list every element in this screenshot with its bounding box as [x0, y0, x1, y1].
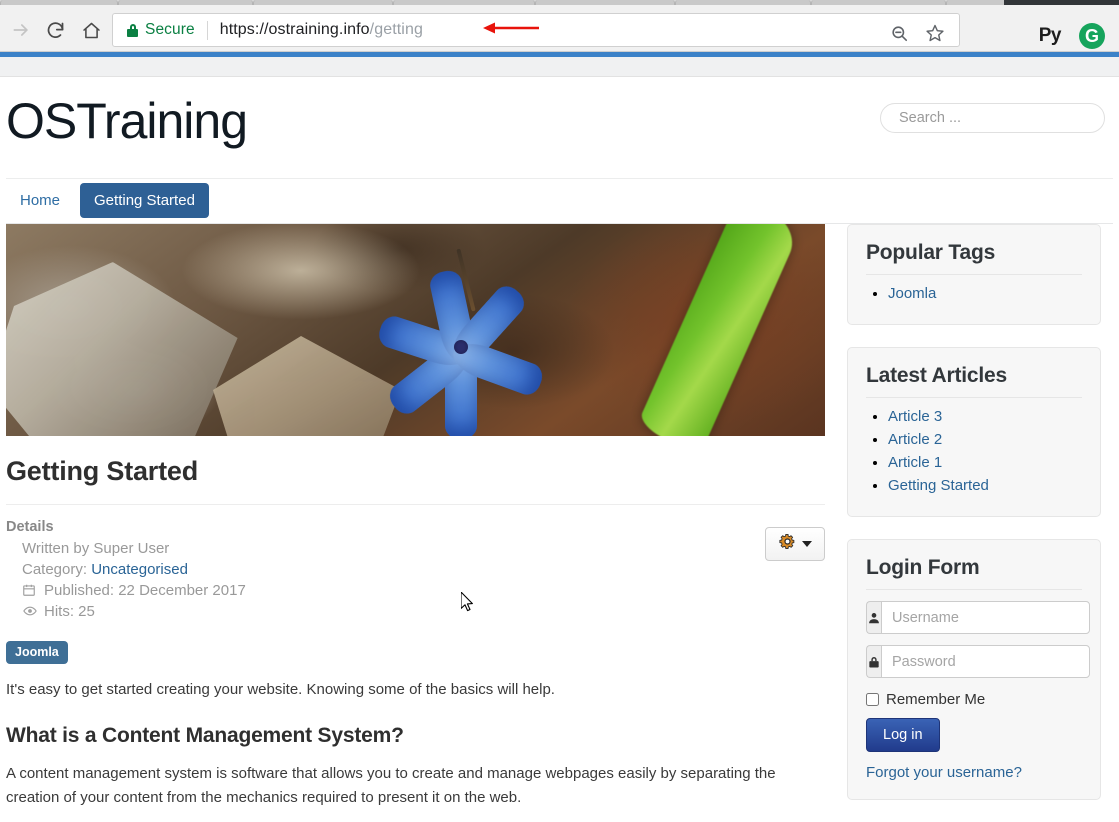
password-field-group: [866, 645, 1082, 678]
latest-articles-list: Article 3 Article 2 Article 1 Getting St…: [866, 406, 1082, 496]
browser-extension-area: Py G: [1039, 23, 1105, 49]
reload-icon[interactable]: [42, 17, 68, 43]
url-path: /getting: [370, 21, 423, 38]
module-title-latest-articles: Latest Articles: [866, 364, 1082, 398]
green-leaf-shape: [636, 224, 802, 436]
dry-leaf-shape: [6, 262, 248, 436]
forgot-username-link[interactable]: Forgot your username?: [866, 764, 1082, 781]
site-logo-title[interactable]: OSTraining: [6, 92, 247, 150]
search-input[interactable]: [880, 103, 1105, 133]
omnibox-actions: [890, 23, 945, 48]
url-origin: https://ostraining.info: [220, 21, 370, 38]
lock-icon: [127, 24, 138, 37]
username-input[interactable]: [881, 601, 1090, 634]
article-options-button[interactable]: [765, 527, 825, 561]
latest-article-link[interactable]: Article 3: [888, 408, 942, 425]
site-header: OSTraining: [0, 78, 1119, 178]
calendar-icon: [22, 583, 39, 599]
list-item: Getting Started: [888, 475, 1082, 496]
list-item: Article 2: [888, 429, 1082, 450]
remember-me-label: Remember Me: [886, 691, 985, 708]
zoom-out-icon[interactable]: [890, 24, 909, 48]
omnibox-divider: [207, 21, 208, 40]
blue-flower-shape: [361, 262, 561, 432]
home-icon[interactable]: [78, 17, 104, 43]
module-latest-articles: Latest Articles Article 3 Article 2 Arti…: [847, 347, 1101, 517]
popular-tag-link[interactable]: Joomla: [888, 285, 936, 302]
nav-item-home[interactable]: Home: [6, 183, 74, 218]
article-details: Details Written by Super User Category: …: [6, 519, 825, 631]
page-title: Getting Started: [6, 456, 825, 487]
chevron-down-icon: [802, 541, 812, 547]
page-columns: Getting Started Details Written by Super…: [0, 224, 1119, 822]
profile-avatar-icon[interactable]: G: [1079, 23, 1105, 49]
lock-icon: [866, 645, 881, 678]
python-extension-icon[interactable]: Py: [1039, 25, 1061, 47]
list-item: Joomla: [888, 283, 1082, 304]
article-intro-paragraph: It's easy to get started creating your w…: [6, 678, 825, 702]
detail-published-text: Published: 22 December 2017: [44, 580, 246, 601]
red-annotation-arrow-icon: [481, 20, 543, 36]
popular-tags-list: Joomla: [866, 283, 1082, 304]
detail-hits-text: Hits: 25: [44, 601, 95, 622]
detail-category-label: Category:: [22, 559, 87, 580]
username-field-group: [866, 601, 1082, 634]
browser-chrome: Secure https://ostraining.info/getting: [0, 0, 1119, 77]
url-text: https://ostraining.info/getting: [220, 21, 423, 39]
module-login-form: Login Form: [847, 539, 1101, 800]
web-page: OSTraining Home Getting Started: [0, 78, 1119, 810]
detail-hits: Hits: 25: [22, 601, 825, 622]
remember-me-checkbox[interactable]: [866, 693, 879, 706]
latest-article-link[interactable]: Article 1: [888, 454, 942, 471]
browser-toolbar: Secure https://ostraining.info/getting: [0, 5, 1119, 52]
login-button[interactable]: Log in: [866, 718, 940, 752]
module-title-login-form: Login Form: [866, 556, 1082, 590]
security-status-label: Secure: [145, 21, 195, 39]
latest-article-link[interactable]: Article 2: [888, 431, 942, 448]
user-icon: [866, 601, 881, 634]
eye-icon: [22, 604, 39, 620]
article-section-heading: What is a Content Management System?: [6, 724, 825, 748]
detail-category: Category: Uncategorised: [22, 559, 825, 580]
list-item: Article 1: [888, 452, 1082, 473]
article-body-paragraph: A content management system is software …: [6, 762, 825, 810]
detail-category-link[interactable]: Uncategorised: [91, 559, 188, 580]
module-title-popular-tags: Popular Tags: [866, 241, 1082, 275]
detail-published: Published: 22 December 2017: [22, 580, 825, 601]
sidebar: Popular Tags Joomla Latest Articles Arti…: [847, 224, 1101, 822]
article-hero-image: [6, 224, 825, 436]
article-tag-badge[interactable]: Joomla: [6, 641, 68, 664]
main-navigation: Home Getting Started: [6, 178, 1113, 224]
main-content: Getting Started Details Written by Super…: [6, 224, 825, 822]
latest-article-link[interactable]: Getting Started: [888, 477, 989, 494]
flower-center-shape: [454, 340, 468, 354]
gear-icon: [779, 533, 796, 555]
module-popular-tags: Popular Tags Joomla: [847, 224, 1101, 325]
details-label: Details: [6, 519, 825, 535]
forward-arrow-icon[interactable]: [8, 17, 34, 43]
password-input[interactable]: [881, 645, 1090, 678]
title-divider: [6, 504, 825, 505]
detail-author-text: Written by Super User: [22, 538, 169, 559]
list-item: Article 3: [888, 406, 1082, 427]
remember-me-row[interactable]: Remember Me: [866, 691, 1082, 708]
detail-author: Written by Super User: [22, 538, 825, 559]
star-icon[interactable]: [925, 23, 945, 48]
chrome-lower-band: [0, 57, 1119, 77]
nav-item-getting-started[interactable]: Getting Started: [80, 183, 209, 218]
